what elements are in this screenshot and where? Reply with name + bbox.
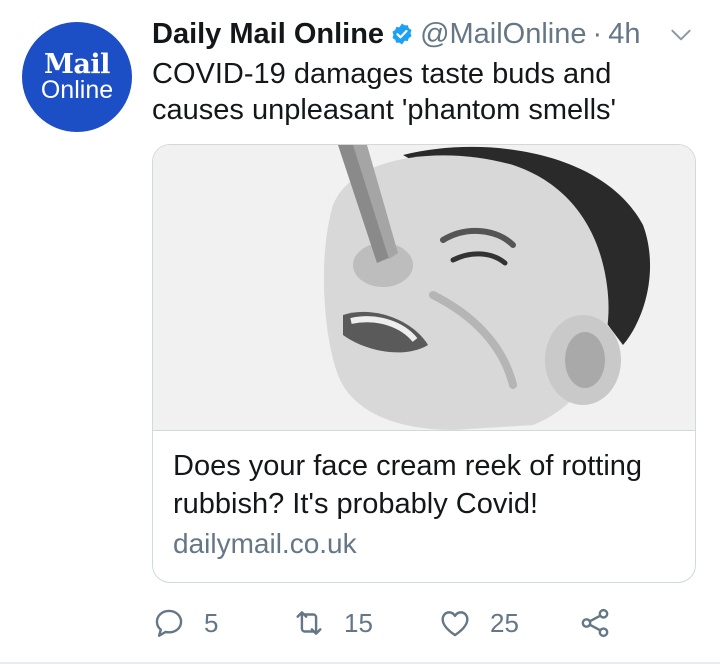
reply-icon bbox=[155, 609, 183, 637]
card-image[interactable] bbox=[153, 145, 695, 431]
link-card[interactable]: Does your face cream reek of rotting rub… bbox=[152, 144, 696, 583]
card-domain: dailymail.co.uk bbox=[173, 528, 357, 559]
avatar-logo-mail: Mail bbox=[44, 49, 110, 80]
reply-button[interactable]: 5 bbox=[152, 600, 218, 646]
author-avatar[interactable]: Mail Online bbox=[22, 22, 132, 132]
chevron-down-icon[interactable] bbox=[668, 22, 694, 48]
retweet-icon bbox=[296, 611, 322, 635]
heart-icon bbox=[441, 611, 469, 637]
header-separator: · bbox=[592, 17, 603, 50]
like-button[interactable]: 25 bbox=[438, 600, 519, 646]
share-icon bbox=[581, 608, 609, 638]
card-title: Does your face cream reek of rotting rub… bbox=[173, 450, 643, 520]
reply-count: 5 bbox=[204, 607, 219, 638]
tweet-header: Daily Mail Online @MailOnline · 4h bbox=[152, 12, 700, 56]
share-button[interactable] bbox=[578, 600, 630, 646]
verified-badge-icon bbox=[392, 23, 412, 45]
retweet-button[interactable]: 15 bbox=[292, 600, 373, 646]
tweet-timestamp[interactable]: 4h bbox=[608, 18, 640, 51]
tweet-text: COVID-19 damages taste buds and causes u… bbox=[152, 58, 617, 126]
tweet-actions: 5 15 25 bbox=[152, 600, 672, 646]
author-name[interactable]: Daily Mail Online bbox=[152, 18, 384, 51]
retweet-count: 15 bbox=[344, 607, 373, 638]
author-handle[interactable]: @MailOnline bbox=[420, 18, 586, 51]
boy-with-clothespeg-on-nose-photo bbox=[153, 145, 695, 430]
avatar-logo-online: Online bbox=[40, 76, 114, 104]
like-count: 25 bbox=[490, 607, 519, 638]
